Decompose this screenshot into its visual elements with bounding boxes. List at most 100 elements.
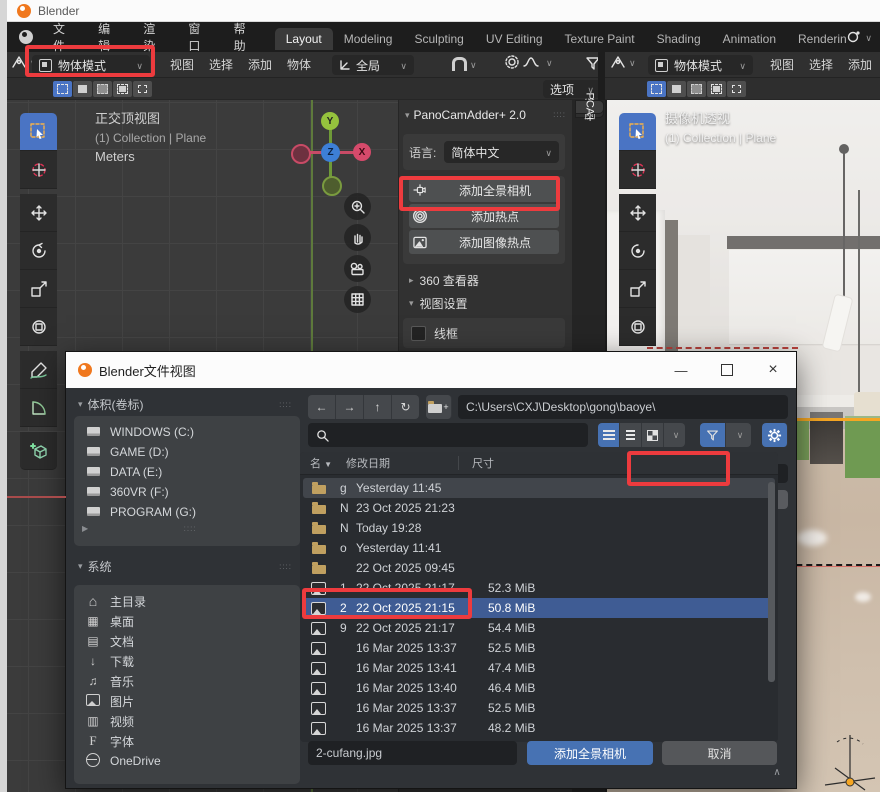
language-dropdown[interactable]: 简体中文 xyxy=(444,141,559,163)
file-row[interactable]: g Yesterday 11:45 xyxy=(303,478,775,498)
file-row[interactable]: 16 Mar 2025 13:37 48.2 MiB xyxy=(303,718,775,738)
gizmo-y-negative[interactable] xyxy=(322,176,342,196)
select-mode-extend-icon[interactable] xyxy=(73,81,92,97)
rotate-tool[interactable] xyxy=(20,232,57,270)
file-row[interactable]: 16 Mar 2025 13:41 47.4 MiB xyxy=(303,658,775,678)
header-menu-item[interactable]: 物体 xyxy=(287,56,311,73)
grid-toggle-button[interactable] xyxy=(344,286,371,313)
navigation-gizmo[interactable]: Y Z X xyxy=(291,112,381,197)
system-item[interactable]: 音乐 xyxy=(74,671,300,691)
file-row[interactable]: N Today 19:28 xyxy=(303,518,775,538)
orientation-dropdown[interactable]: 全局 xyxy=(332,55,414,75)
file-row[interactable]: 16 Mar 2025 13:37 52.5 MiB xyxy=(303,698,775,718)
workspace-tab[interactable]: Sculpting xyxy=(403,28,474,50)
section-view-settings[interactable]: ▾ 视图设置 xyxy=(409,295,468,312)
file-row[interactable]: 1 22 Oct 2025 21:17 52.3 MiB xyxy=(303,578,775,598)
camera-view-button[interactable] xyxy=(344,255,371,282)
gizmo-x-negative[interactable] xyxy=(291,144,311,164)
system-item[interactable]: 图片 xyxy=(74,691,300,711)
column-size[interactable]: 尺寸 xyxy=(458,456,494,470)
vertical-list-view-button[interactable] xyxy=(598,423,620,447)
file-row[interactable]: o Yesterday 11:41 xyxy=(303,538,775,558)
snap-controls[interactable] xyxy=(452,57,477,71)
file-row[interactable]: 2 22 Oct 2025 21:15 50.8 MiB xyxy=(303,598,775,618)
select-mode-extend-icon[interactable] xyxy=(667,81,686,97)
workspace-tab[interactable]: UV Editing xyxy=(475,28,554,50)
drag-grip-icon[interactable]: :::: xyxy=(184,527,197,531)
display-options-dropdown[interactable] xyxy=(664,423,685,447)
file-row[interactable]: 22 Oct 2025 09:45 xyxy=(303,558,775,578)
wireframe-checkbox[interactable] xyxy=(411,326,426,341)
column-name[interactable]: 名 ▼ xyxy=(310,455,332,471)
system-item[interactable]: 主目录 xyxy=(74,591,300,611)
measure-tool[interactable] xyxy=(20,389,57,427)
back-button[interactable]: ← xyxy=(308,395,336,419)
filename-input[interactable]: 2-cufang.jpg xyxy=(308,741,517,765)
menu-item[interactable]: 帮助 xyxy=(222,20,267,54)
volumes-section-header[interactable]: ▾ 体积(卷标) :::: xyxy=(78,396,292,413)
annotate-tool[interactable] xyxy=(20,351,57,389)
cursor-tool[interactable] xyxy=(20,151,57,189)
cancel-button[interactable]: 取消 xyxy=(662,741,777,765)
system-item[interactable]: 字体 xyxy=(74,731,300,751)
editor-type-button-right[interactable] xyxy=(610,55,636,69)
workspace-tab[interactable]: Texture Paint xyxy=(554,28,646,50)
system-item[interactable]: 文档 xyxy=(74,631,300,651)
forward-button[interactable]: → xyxy=(336,395,364,419)
select-box-tool[interactable] xyxy=(619,113,656,151)
empty-axes-object[interactable] xyxy=(817,730,880,792)
select-mode-intersect-icon[interactable] xyxy=(133,81,152,97)
filter-options-dropdown[interactable] xyxy=(726,423,751,447)
header-menu-item[interactable]: 选择 xyxy=(209,56,233,73)
panel-action-button[interactable]: 添加图像热点 xyxy=(409,230,559,254)
horizontal-list-view-button[interactable] xyxy=(620,423,642,447)
select-mode-invert-icon[interactable] xyxy=(707,81,726,97)
header-menu-item[interactable]: 添加 xyxy=(248,56,272,73)
select-mode-new-icon[interactable] xyxy=(647,81,666,97)
header-menu-item[interactable]: 选择 xyxy=(809,56,833,73)
volume-item[interactable]: DATA (E:) xyxy=(74,462,300,482)
drag-grip-icon[interactable]: :::: xyxy=(279,403,292,407)
system-item[interactable]: OneDrive xyxy=(74,751,300,771)
menu-item[interactable]: 渲染 xyxy=(131,20,176,54)
pan-hand-button[interactable] xyxy=(344,224,371,251)
select-box-tool[interactable] xyxy=(20,113,57,151)
select-mode-subtract-icon[interactable] xyxy=(93,81,112,97)
workspace-tab[interactable]: Modeling xyxy=(333,28,404,50)
column-date[interactable]: 修改日期 xyxy=(346,455,458,471)
expand-triangle-icon[interactable]: ▶ xyxy=(82,524,88,533)
panel-action-button[interactable]: 添加热点 xyxy=(409,204,559,228)
menu-item[interactable]: 窗口 xyxy=(176,20,221,54)
path-field[interactable]: C:\Users\CXJ\Desktop\gong\baoye\ xyxy=(458,395,788,419)
gizmo-y-positive[interactable]: Y xyxy=(321,112,339,130)
select-mode-new-icon[interactable] xyxy=(53,81,72,97)
maximize-button[interactable] xyxy=(704,352,750,388)
volume-item[interactable]: WINDOWS (C:) xyxy=(74,422,300,442)
close-button[interactable]: × xyxy=(750,352,796,388)
header-menu-item[interactable]: 视图 xyxy=(770,56,794,73)
drag-grip-icon[interactable]: :::: xyxy=(553,113,566,117)
file-row[interactable]: N 23 Oct 2025 21:23 xyxy=(303,498,775,518)
parent-dir-button[interactable]: ↑ xyxy=(364,395,392,419)
system-item[interactable]: 下载 xyxy=(74,651,300,671)
collapse-chevron-up-icon[interactable]: ∧ xyxy=(766,767,788,783)
workspace-tab[interactable]: Shading xyxy=(646,28,712,50)
search-input[interactable] xyxy=(308,423,588,447)
minimize-button[interactable]: — xyxy=(658,352,704,388)
settings-gear-button[interactable] xyxy=(762,423,788,447)
file-row[interactable]: 16 Mar 2025 13:40 46.4 MiB xyxy=(303,678,775,698)
dialog-titlebar[interactable]: Blender文件视图 — × xyxy=(66,352,796,388)
select-mode-intersect-icon[interactable] xyxy=(727,81,746,97)
mode-dropdown-right[interactable]: 物体模式 xyxy=(648,55,753,75)
proportional-edit-controls[interactable] xyxy=(505,55,553,69)
workspace-tab[interactable]: Rendering xyxy=(787,28,846,50)
transform-tool[interactable] xyxy=(619,308,656,346)
panel-header[interactable]: ▾ PanoCamAdder+ 2.0 :::: xyxy=(399,100,572,122)
filter-toggle-button[interactable] xyxy=(700,423,726,447)
gizmo-z[interactable]: Z xyxy=(321,143,340,162)
system-item[interactable]: 视频 xyxy=(74,711,300,731)
header-menu-item[interactable]: 添加 xyxy=(848,56,872,73)
drag-grip-icon[interactable]: :::: xyxy=(279,565,292,569)
transform-tool[interactable] xyxy=(20,308,57,346)
workspace-tab[interactable]: Animation xyxy=(712,28,787,50)
